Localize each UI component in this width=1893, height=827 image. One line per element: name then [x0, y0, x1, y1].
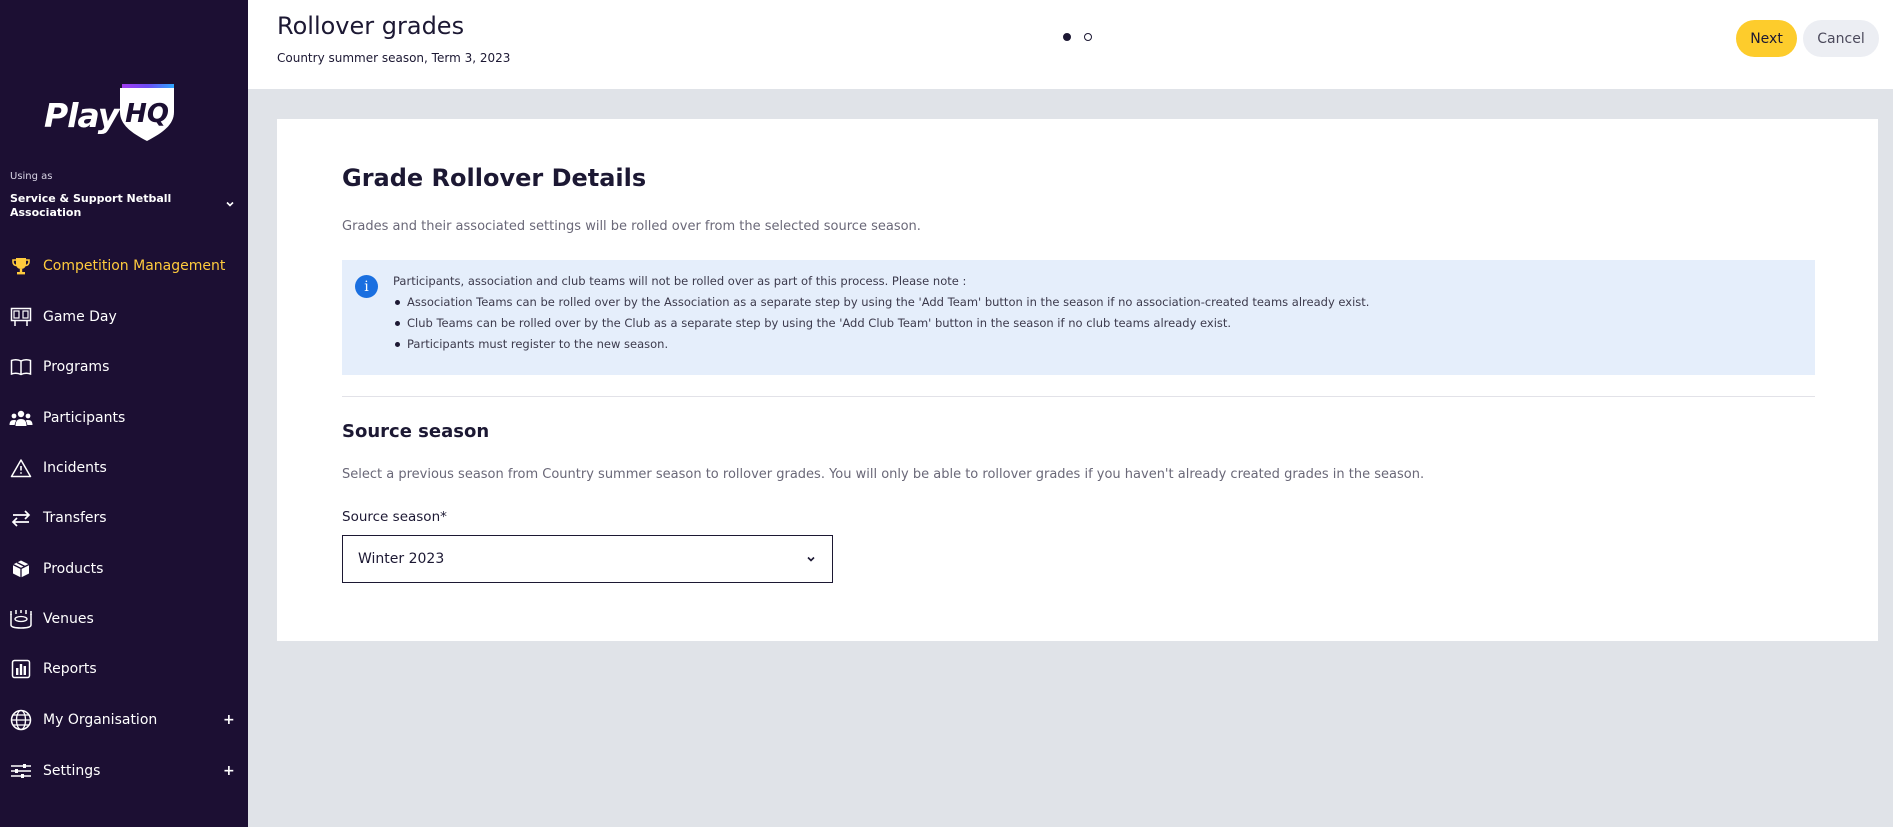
- chevron-down-icon[interactable]: [223, 197, 237, 211]
- nav-label: Programs: [43, 359, 110, 375]
- nav-item-venues[interactable]: Venues: [0, 599, 248, 639]
- trophy-icon: [9, 254, 33, 278]
- nav-label: Incidents: [43, 460, 107, 476]
- logo-text: Play: [44, 96, 119, 135]
- nav-label: Settings: [43, 763, 101, 779]
- nav-label: My Organisation: [43, 712, 158, 728]
- nav-item-competition-management[interactable]: Competition Management: [0, 246, 248, 286]
- nav-item-products[interactable]: Products: [0, 549, 248, 589]
- step-dot-active: [1063, 33, 1071, 41]
- nav-label: Products: [43, 561, 104, 577]
- info-notice: i Participants, association and club tea…: [342, 260, 1815, 375]
- sidebar: Play HQ Using as Service & Support Netba…: [0, 0, 248, 827]
- page-header: Rollover grades Country summer season, T…: [248, 0, 1893, 89]
- source-season-description: Select a previous season from Country su…: [342, 467, 1425, 482]
- info-list-item: Association Teams can be rolled over by …: [394, 295, 1369, 316]
- info-list-item: Club Teams can be rolled over by the Clu…: [394, 316, 1369, 337]
- info-list: Association Teams can be rolled over by …: [394, 295, 1369, 358]
- nav-item-incidents[interactable]: Incidents: [0, 448, 248, 488]
- logo-hq-text: HQ: [125, 99, 169, 129]
- source-season-select[interactable]: Winter 2023: [342, 535, 833, 583]
- card-title: Grade Rollover Details: [342, 164, 647, 192]
- hq-shield-icon: HQ: [120, 84, 174, 141]
- nav-label: Game Day: [43, 309, 117, 325]
- info-list-item: Participants must register to the new se…: [394, 337, 1369, 358]
- card-description: Grades and their associated settings wil…: [342, 219, 921, 234]
- nav-item-participants[interactable]: Participants: [0, 398, 248, 438]
- scoreboard-icon: [9, 305, 33, 329]
- stadium-icon: [9, 607, 33, 631]
- globe-icon: [9, 708, 33, 732]
- nav-label: Participants: [43, 410, 126, 426]
- box-icon: [9, 557, 33, 581]
- nav-item-settings[interactable]: Settings +: [0, 751, 248, 791]
- nav-item-transfers[interactable]: Transfers: [0, 498, 248, 538]
- expand-plus-icon[interactable]: +: [223, 712, 235, 728]
- people-icon: [9, 406, 33, 430]
- page-subtitle: Country summer season, Term 3, 2023: [277, 51, 511, 65]
- warning-icon: [9, 456, 33, 480]
- nav-item-game-day[interactable]: Game Day: [0, 297, 248, 337]
- source-season-label: Source season*: [342, 509, 447, 525]
- using-as-label: Using as: [10, 171, 53, 182]
- rollover-card: Grade Rollover Details Grades and their …: [277, 119, 1878, 641]
- cancel-button[interactable]: Cancel: [1803, 20, 1879, 57]
- nav-item-my-organisation[interactable]: My Organisation +: [0, 700, 248, 740]
- divider: [342, 396, 1815, 397]
- nav-item-reports[interactable]: Reports: [0, 649, 248, 689]
- expand-plus-icon[interactable]: +: [223, 763, 235, 779]
- source-season-value: Winter 2023: [358, 551, 445, 567]
- source-season-title: Source season: [342, 421, 490, 442]
- sliders-icon: [9, 759, 33, 783]
- arrows-icon: [9, 506, 33, 530]
- step-indicator: [1063, 33, 1092, 41]
- step-dot: [1084, 33, 1092, 41]
- chevron-down-icon: [807, 556, 815, 562]
- organisation-name[interactable]: Service & Support Netball Association: [10, 192, 200, 220]
- info-icon: i: [355, 275, 378, 298]
- book-icon: [9, 355, 33, 379]
- info-intro: Participants, association and club teams…: [393, 274, 967, 288]
- chart-icon: [9, 657, 33, 681]
- playhq-logo[interactable]: Play HQ: [44, 82, 184, 144]
- next-button[interactable]: Next: [1736, 20, 1797, 57]
- nav-label: Reports: [43, 661, 97, 677]
- nav-label: Competition Management: [43, 258, 226, 274]
- nav-label: Venues: [43, 611, 94, 627]
- nav-label: Transfers: [43, 510, 107, 526]
- nav-item-programs[interactable]: Programs: [0, 347, 248, 387]
- page-title: Rollover grades: [277, 12, 465, 40]
